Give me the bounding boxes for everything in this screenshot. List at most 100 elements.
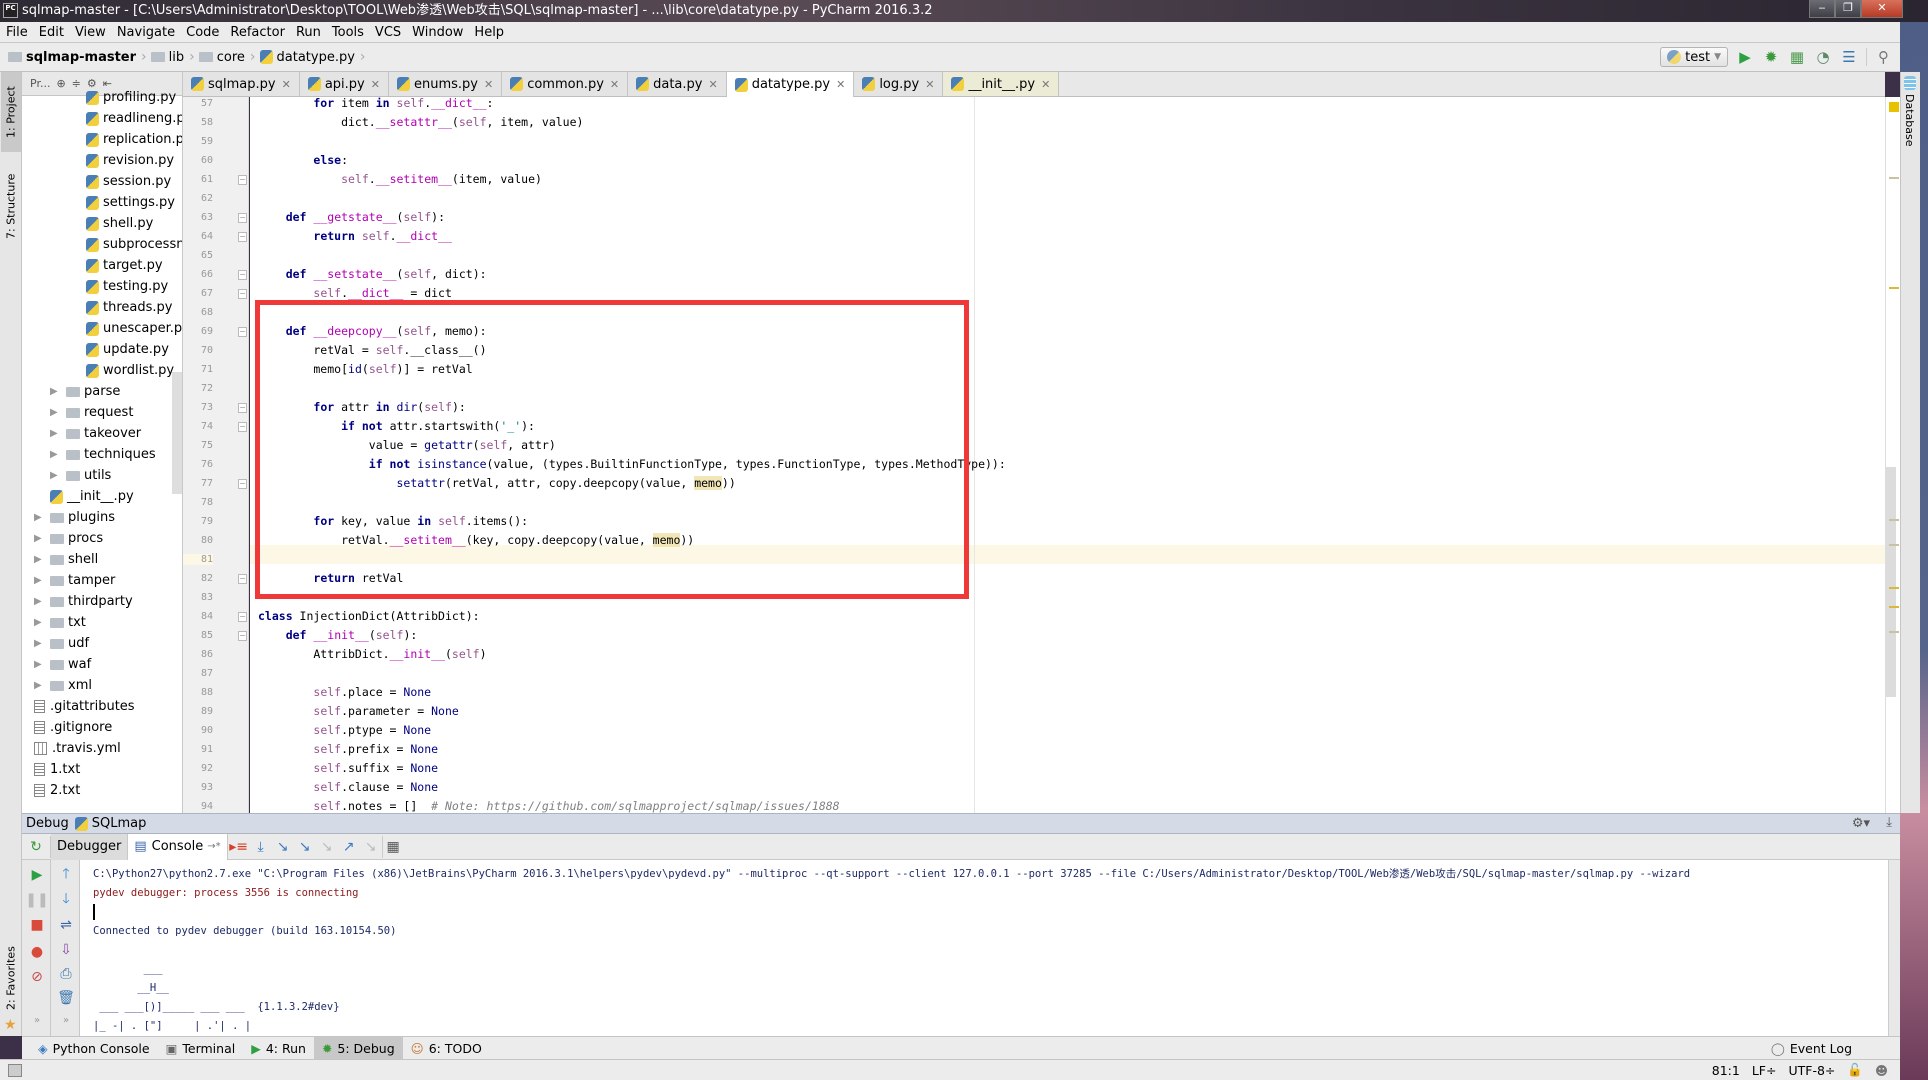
tree-file[interactable]: revision.py: [86, 150, 174, 171]
menu-window[interactable]: Window: [412, 25, 463, 40]
tree-file[interactable]: update.py: [86, 339, 169, 360]
tree-folder[interactable]: ▶ txt: [34, 612, 86, 633]
editor-scrollbar[interactable]: [1885, 97, 1900, 813]
show-execution-point-icon[interactable]: ▸≡: [228, 836, 250, 858]
tree-file[interactable]: profiling.py: [86, 87, 176, 108]
fold-marker-icon[interactable]: −: [238, 479, 247, 489]
tab-debug[interactable]: ✹ 5: Debug: [313, 1036, 403, 1060]
tree-file[interactable]: .gitattributes: [34, 696, 135, 717]
profile-icon[interactable]: ◔: [1814, 48, 1832, 66]
tree-folder[interactable]: ▶ waf: [34, 654, 91, 675]
tree-folder[interactable]: ▶ tamper: [34, 570, 115, 591]
debug-console[interactable]: C:\Python27\python2.7.exe "C:\Program Fi…: [80, 860, 1888, 1036]
editor-tab[interactable]: sqlmap.py ✕: [183, 72, 300, 96]
menu-run[interactable]: Run: [296, 25, 321, 40]
pause-icon[interactable]: ❚❚: [25, 890, 48, 910]
menu-help[interactable]: Help: [474, 25, 504, 40]
tree-file[interactable]: unescaper.py: [86, 318, 182, 339]
tree-folder[interactable]: ▶ thirdparty: [34, 591, 133, 612]
tree-folder[interactable]: ▶ takeover: [50, 423, 141, 444]
tree-file[interactable]: 1.txt: [34, 759, 80, 780]
structure-tool-tab[interactable]: 7: Structure: [1, 162, 21, 250]
run-icon[interactable]: ▶: [1736, 48, 1754, 66]
tree-file[interactable]: subprocessng.py: [86, 234, 182, 255]
tree-folder[interactable]: ▶ request: [50, 402, 133, 423]
expand-arrow-icon[interactable]: ▶: [34, 612, 50, 633]
view-breakpoints-icon[interactable]: ●: [27, 942, 47, 962]
evaluate-expression-icon[interactable]: ▦: [381, 835, 404, 858]
fold-marker-icon[interactable]: −: [238, 175, 247, 185]
close-tab-icon[interactable]: ✕: [371, 78, 380, 91]
print-icon[interactable]: ⎙: [56, 964, 76, 984]
hide-panel-icon[interactable]: ⤓: [1886, 815, 1892, 830]
debug-icon[interactable]: ✹: [1762, 48, 1780, 66]
step-over-icon[interactable]: ⤓: [250, 836, 272, 858]
locate-icon[interactable]: ⊕: [56, 77, 65, 90]
fold-marker-icon[interactable]: −: [238, 289, 247, 299]
fold-marker-icon[interactable]: −: [238, 403, 247, 413]
tree-file[interactable]: replication.py: [86, 129, 182, 150]
favorites-tool-tab[interactable]: 2: Favorites: [1, 932, 21, 1024]
step-out-icon[interactable]: ↗: [338, 836, 360, 858]
tree-folder[interactable]: ▶ shell: [34, 549, 98, 570]
breadcrumb-file[interactable]: datatype.py ›: [259, 49, 366, 65]
close-tab-icon[interactable]: ✕: [836, 78, 845, 91]
restore-button[interactable]: ❐: [1835, 0, 1861, 18]
tab-python-console[interactable]: ◈ Python Console: [30, 1037, 158, 1060]
step-into-icon[interactable]: ↘: [272, 836, 294, 858]
lock-icon[interactable]: 🔓: [1847, 1062, 1863, 1078]
expand-arrow-icon[interactable]: ▶: [50, 423, 66, 444]
trash-icon[interactable]: 🗑: [56, 988, 76, 1008]
tree-folder[interactable]: ▶ plugins: [34, 507, 115, 528]
expand-arrow-icon[interactable]: ▶: [50, 402, 66, 423]
close-tab-icon[interactable]: ✕: [708, 78, 717, 91]
fold-marker-icon[interactable]: −: [238, 422, 247, 432]
code-editor[interactable]: for item in self.__dict__: dict.__setatt…: [250, 97, 1885, 813]
soft-wrap-icon[interactable]: ⇌: [56, 915, 76, 935]
fold-marker-icon[interactable]: −: [238, 270, 247, 280]
arrow-up-icon[interactable]: 🡑: [56, 865, 76, 885]
tree-file[interactable]: wordlist.py: [86, 360, 174, 381]
project-view-selector[interactable]: Pr...: [30, 77, 50, 90]
expand-arrow-icon[interactable]: ▶: [34, 591, 50, 612]
menu-refactor[interactable]: Refactor: [230, 25, 285, 40]
rerun-icon[interactable]: ↻: [22, 835, 51, 858]
fold-marker-icon[interactable]: −: [238, 327, 247, 337]
tree-folder[interactable]: ▶ techniques: [50, 444, 156, 465]
search-icon[interactable]: ⚲: [1866, 48, 1892, 66]
tree-folder[interactable]: ▶ xml: [34, 675, 92, 696]
mute-breakpoints-icon[interactable]: ⊘: [27, 967, 47, 987]
expand-arrow-icon[interactable]: ▶: [34, 549, 50, 570]
editor-tab[interactable]: __init__.py ✕: [943, 72, 1060, 96]
stop-icon[interactable]: ■: [27, 915, 47, 935]
tree-folder[interactable]: ▶ utils: [50, 465, 111, 486]
editor-tab[interactable]: api.py ✕: [299, 72, 389, 96]
caret-position[interactable]: 81:1: [1712, 1063, 1740, 1078]
tree-file[interactable]: threads.py: [86, 297, 172, 318]
expand-arrow-icon[interactable]: ▶: [34, 528, 50, 549]
breadcrumb-core[interactable]: core ›: [198, 49, 256, 65]
menu-file[interactable]: File: [6, 25, 28, 40]
close-tab-icon[interactable]: ✕: [925, 78, 934, 91]
tab-run[interactable]: ▶ 4: Run: [243, 1037, 314, 1060]
tree-file[interactable]: target.py: [86, 255, 163, 276]
more-icon[interactable]: »: [27, 1010, 47, 1030]
breadcrumb-lib[interactable]: lib ›: [150, 49, 195, 65]
more-icon[interactable]: »: [56, 1010, 76, 1030]
tool-windows-toggle-icon[interactable]: [8, 1063, 22, 1077]
tree-folder[interactable]: ▶ udf: [34, 633, 89, 654]
tree-file[interactable]: 2.txt: [34, 780, 80, 801]
tree-file[interactable]: .travis.yml: [34, 738, 121, 759]
expand-arrow-icon[interactable]: ▶: [34, 570, 50, 591]
concurrency-icon[interactable]: ☰: [1840, 48, 1858, 66]
editor-tab[interactable]: log.py ✕: [854, 72, 944, 96]
scroll-to-end-icon[interactable]: ⇩: [56, 940, 76, 960]
expand-arrow-icon[interactable]: ▶: [34, 507, 50, 528]
menu-code[interactable]: Code: [186, 25, 219, 40]
close-tab-icon[interactable]: ✕: [1041, 78, 1050, 91]
close-button[interactable]: ✕: [1861, 0, 1903, 18]
menu-edit[interactable]: Edit: [39, 25, 64, 40]
force-step-into-icon[interactable]: ↘: [316, 836, 338, 858]
fold-marker-icon[interactable]: −: [238, 232, 247, 242]
fold-marker-icon[interactable]: −: [238, 612, 247, 622]
